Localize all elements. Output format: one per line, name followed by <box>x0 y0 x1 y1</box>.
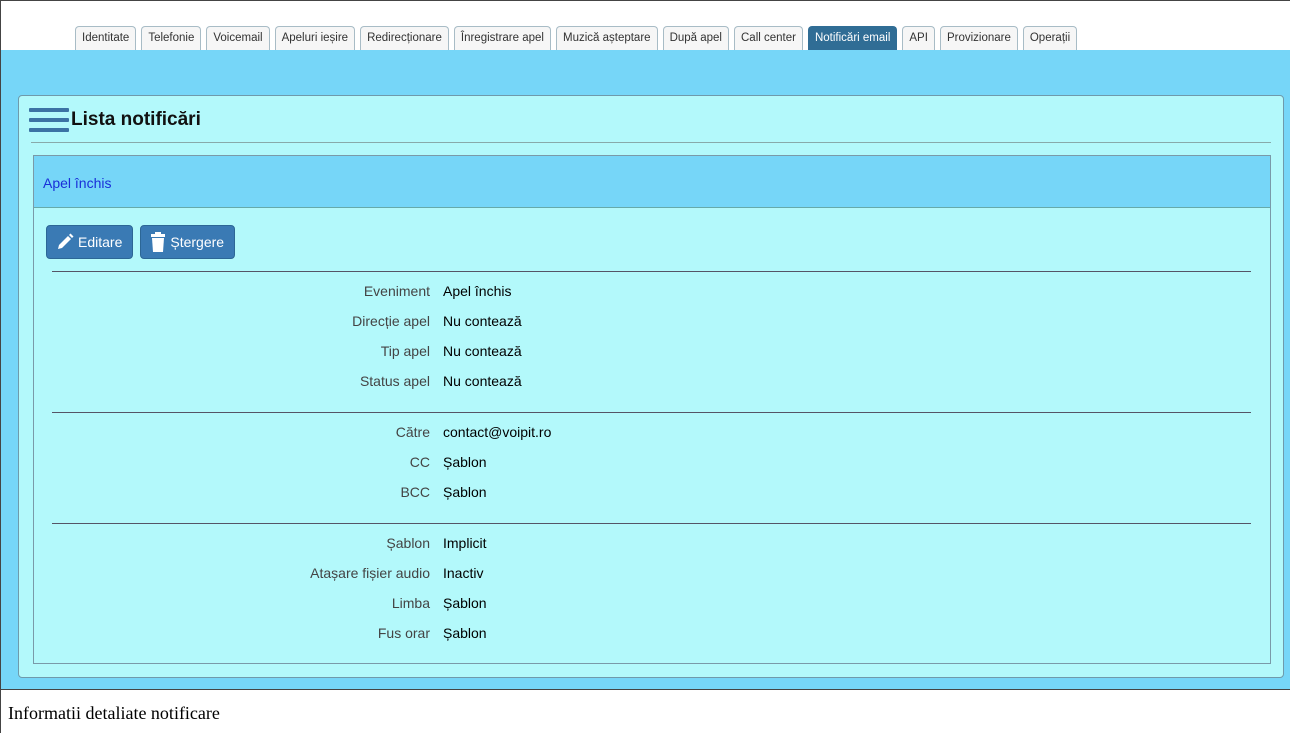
detail-label: Status apel <box>359 373 430 389</box>
detail-label: Către <box>395 424 430 440</box>
tab-operatii[interactable]: Operații <box>1022 26 1078 50</box>
detail-row-fus-orar: Fus orar Șablon <box>34 618 1270 648</box>
tab-bar: Identitate Telefonie Voicemail Apeluri i… <box>1 1 1290 51</box>
detail-value: Inactiv <box>443 565 484 581</box>
detail-value: Șablon <box>443 625 487 641</box>
detail-value: Nu contează <box>443 373 522 389</box>
screenshot-frame: Identitate Telefonie Voicemail Apeluri i… <box>0 0 1290 690</box>
detail-value: Șablon <box>443 595 487 611</box>
tab-telefonie[interactable]: Telefonie <box>141 26 202 50</box>
edit-button-label: Editare <box>78 234 123 250</box>
tab-list: Identitate Telefonie Voicemail Apeluri i… <box>75 26 1078 50</box>
tab-apeluri-iesire[interactable]: Apeluri ieșire <box>274 26 356 50</box>
detail-value: Șablon <box>443 484 487 500</box>
title-divider <box>31 142 1271 143</box>
edit-button[interactable]: Editare <box>46 225 134 259</box>
section-divider <box>52 412 1251 413</box>
detail-value: Implicit <box>443 535 487 551</box>
detail-value: Apel închis <box>443 283 512 299</box>
caption-border <box>0 690 1 733</box>
figure-caption: Informatii detaliate notificare <box>8 703 220 723</box>
tab-dupa-apel[interactable]: După apel <box>662 26 729 50</box>
pencil-icon <box>58 233 74 249</box>
panel-title: Lista notificări <box>71 109 201 130</box>
tab-redirectionare[interactable]: Redirecționare <box>360 26 449 50</box>
detail-row-bcc: BCC Șablon <box>34 477 1270 507</box>
detail-value: Nu contează <box>443 343 522 359</box>
tab-notificari-email[interactable]: Notificări email <box>807 26 898 50</box>
section-divider <box>52 271 1251 272</box>
tab-identitate[interactable]: Identitate <box>75 26 137 50</box>
detail-label: Limba <box>391 595 430 611</box>
detail-row-eveniment: Eveniment Apel închis <box>34 276 1270 306</box>
detail-value: Nu contează <box>443 313 522 329</box>
tab-provizionare[interactable]: Provizionare <box>939 26 1018 50</box>
notification-card: Apel închis Editare Ștergere Eveniment A… <box>33 155 1271 664</box>
section-divider <box>52 523 1251 524</box>
panel-header: Lista notificări <box>29 106 201 134</box>
detail-row-directie-apel: Direcție apel Nu contează <box>34 306 1270 336</box>
detail-label: Direcție apel <box>352 313 430 329</box>
detail-row-status-apel: Status apel Nu contează <box>34 366 1270 396</box>
detail-label: BCC <box>400 484 430 500</box>
detail-row-tip-apel: Tip apel Nu contează <box>34 336 1270 366</box>
notification-list-panel: Lista notificări Apel închis Editare Ște… <box>18 95 1284 678</box>
detail-row-cc: CC Șablon <box>34 447 1270 477</box>
detail-value: contact@voipit.ro <box>443 424 552 440</box>
tab-voicemail[interactable]: Voicemail <box>206 26 270 50</box>
detail-row-sablon: Șablon Implicit <box>34 528 1270 558</box>
detail-label: Fus orar <box>377 625 430 641</box>
delete-button-label: Ștergere <box>170 234 225 250</box>
detail-label: Atașare fișier audio <box>310 565 430 581</box>
delete-button[interactable]: Ștergere <box>140 225 236 259</box>
notification-name-link[interactable]: Apel închis <box>34 156 1270 208</box>
detail-label: Eveniment <box>363 283 430 299</box>
detail-label: CC <box>409 454 430 470</box>
tab-api[interactable]: API <box>902 26 935 50</box>
menu-icon[interactable] <box>29 108 69 132</box>
tab-call-center[interactable]: Call center <box>734 26 803 50</box>
detail-row-atasare-fisier-audio: Atașare fișier audio Inactiv <box>34 558 1270 588</box>
detail-row-catre: Către contact@voipit.ro <box>34 417 1270 447</box>
tab-muzica-asteptare[interactable]: Muzică așteptare <box>555 26 658 50</box>
detail-label: Șablon <box>386 535 430 551</box>
detail-row-limba: Limba Șablon <box>34 588 1270 618</box>
action-buttons: Editare Ștergere <box>46 225 236 259</box>
tab-inregistrare-apel[interactable]: Înregistrare apel <box>453 26 551 50</box>
detail-label: Tip apel <box>380 343 430 359</box>
detail-value: Șablon <box>443 454 487 470</box>
trash-icon <box>151 232 166 252</box>
